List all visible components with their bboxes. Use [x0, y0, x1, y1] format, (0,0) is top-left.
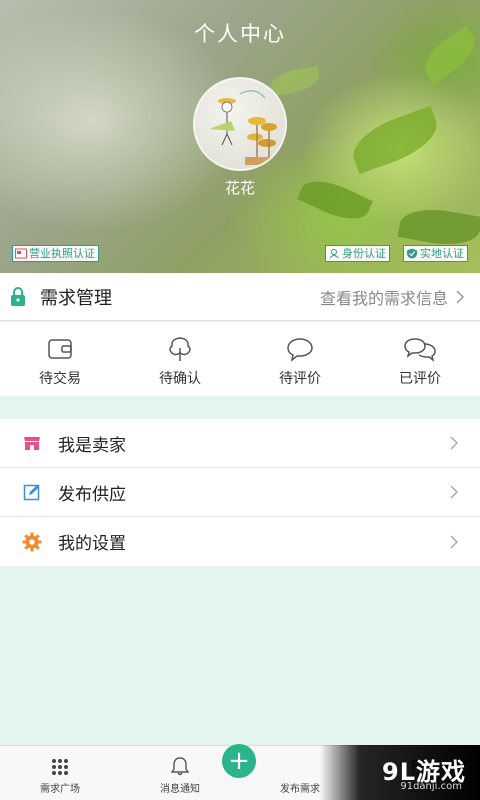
id-verify-label: 身份认证 [342, 247, 386, 260]
edit-icon [22, 482, 42, 502]
order-status-row: 待交易 待确认 待评价 已评价 [0, 322, 480, 396]
demand-management-row[interactable]: 需求管理 查看我的需求信息 [0, 273, 480, 321]
profile-header: 个人中心 花花 营业执照认证 身份认证 实地认证 [0, 0, 480, 273]
chevron-right-icon [450, 534, 458, 549]
chat-bubbles-icon [404, 338, 436, 362]
status-reviewed[interactable]: 已评价 [360, 322, 480, 396]
menu-item-publish-supply[interactable]: 发布供应 [0, 468, 480, 517]
menu-item-label: 发布供应 [58, 484, 126, 505]
bell-icon [171, 757, 189, 776]
tab-label: 消息通知 [160, 784, 200, 795]
tab-label: 需求广场 [40, 784, 80, 795]
site-verify-label: 实地认证 [420, 247, 464, 260]
chat-bubble-icon [287, 338, 313, 362]
menu-item-settings[interactable]: 我的设置 [0, 517, 480, 566]
tab-label: 发布需求 [280, 784, 320, 795]
person-icon [329, 249, 339, 259]
id-card-icon [15, 248, 27, 259]
tab-demand-square[interactable]: 需求广场 [0, 746, 120, 800]
status-pending-review[interactable]: 待评价 [240, 322, 360, 396]
view-demands-link[interactable]: 查看我的需求信息 [320, 285, 464, 309]
wallet-icon [48, 339, 72, 359]
username: 花花 [224, 179, 255, 197]
status-label: 待交易 [39, 371, 81, 387]
business-license-badge[interactable]: 营业执照认证 [12, 245, 99, 262]
tab-notifications[interactable]: 消息通知 [120, 746, 240, 800]
lock-icon [10, 286, 26, 307]
demand-title: 需求管理 [40, 287, 112, 309]
gear-icon [22, 532, 42, 552]
chevron-right-icon [450, 436, 458, 450]
shield-check-icon [407, 248, 417, 259]
status-label: 待评价 [279, 371, 321, 387]
view-demands-label: 查看我的需求信息 [319, 288, 448, 308]
tree-icon [169, 337, 191, 361]
watermark-url: 91danji.com [400, 781, 462, 792]
shop-icon [22, 433, 42, 453]
menu-item-seller[interactable]: 我是卖家 [0, 419, 480, 468]
status-label: 已评价 [399, 371, 441, 387]
id-verify-badge[interactable]: 身份认证 [325, 245, 390, 262]
site-verify-badge[interactable]: 实地认证 [403, 245, 468, 262]
status-pending-confirm[interactable]: 待确认 [120, 322, 240, 396]
business-license-label: 营业执照认证 [29, 247, 95, 260]
page-title: 个人中心 [194, 22, 286, 46]
menu-item-label: 我是卖家 [58, 435, 126, 456]
chevron-right-icon [456, 289, 464, 304]
plus-icon[interactable]: + [222, 744, 256, 778]
menu-list: 我是卖家 发布供应 我的设置 [0, 419, 480, 566]
menu-item-label: 我的设置 [58, 534, 126, 554]
status-label: 待确认 [159, 371, 201, 387]
avatar[interactable] [193, 77, 287, 171]
grid-icon [52, 759, 68, 775]
status-pending-trade[interactable]: 待交易 [0, 322, 120, 396]
chevron-right-icon [450, 485, 458, 499]
